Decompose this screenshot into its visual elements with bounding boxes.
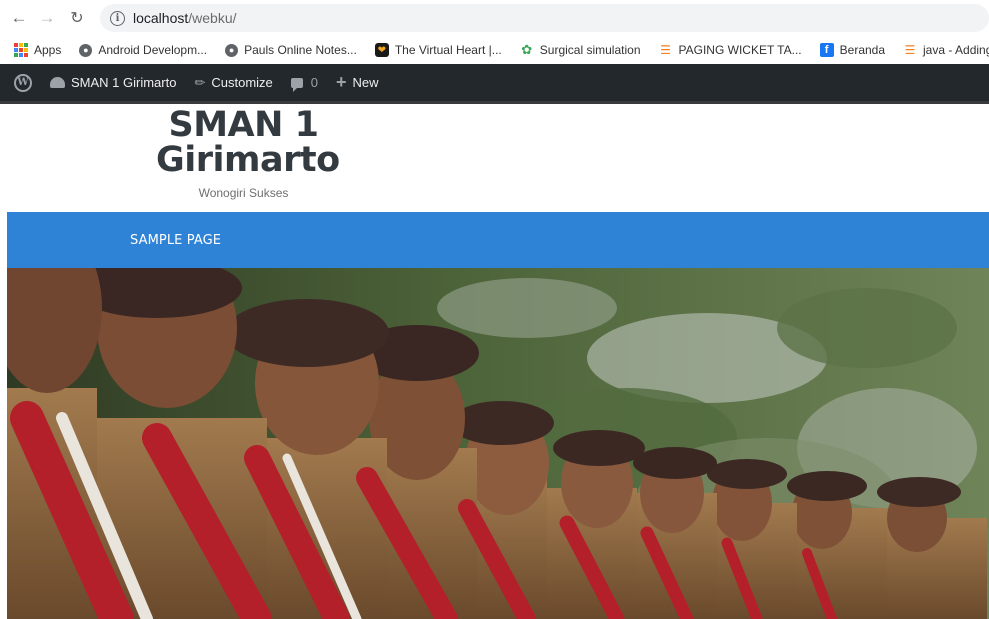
bookmark-label: Android Developm... — [98, 43, 208, 57]
stackoverflow-icon: ☰ — [904, 43, 916, 57]
nav-item-sample-page[interactable]: SAMPLE PAGE — [130, 233, 221, 248]
bookmark-label: java - Adding u — [923, 43, 989, 57]
bookmark-paging-wicket[interactable]: ☰ PAGING WICKET TA... — [659, 43, 802, 57]
url-host: localhost — [133, 10, 189, 26]
hero-scouts-illustration — [7, 268, 989, 619]
facebook-icon: f — [819, 43, 834, 57]
arrow-left-icon[interactable]: ← — [8, 7, 30, 29]
bookmark-apps[interactable]: Apps — [14, 43, 61, 57]
site-name-label: SMAN 1 Girimarto — [71, 75, 177, 90]
bookmark-beranda[interactable]: f Beranda — [819, 43, 886, 57]
admin-bar-comments[interactable]: 0 — [290, 75, 319, 92]
bookmark-label: PAGING WICKET TA... — [678, 43, 802, 57]
site-title[interactable]: SMAN 1 Girimarto — [156, 105, 340, 180]
bookmark-java-adding[interactable]: ☰ java - Adding u — [903, 43, 989, 57]
plus-icon: + — [336, 72, 347, 92]
bookmark-label: The Virtual Heart |... — [394, 43, 502, 57]
bookmark-label: Pauls Online Notes... — [244, 43, 357, 57]
dashboard-icon — [50, 77, 65, 88]
hero-image — [7, 268, 989, 619]
bookmark-label: Apps — [34, 43, 62, 57]
apps-grid-icon — [14, 43, 28, 57]
bookmark-label: Surgical simulation — [539, 43, 641, 57]
virtual-heart-icon: ❤ — [374, 43, 389, 57]
reload-icon[interactable]: ↻ — [66, 7, 88, 29]
arrow-right-icon[interactable]: → — [36, 7, 58, 29]
site-header: SMAN 1 Girimarto Wonogiri Sukses — [0, 104, 989, 212]
wp-admin-bar: W SMAN 1 Girimarto ✏ Customize 0 + New — [0, 64, 989, 104]
site-title-line1: SMAN 1 — [168, 105, 319, 145]
wordpress-logo-icon[interactable]: W — [14, 73, 32, 92]
globe-icon: ● — [79, 43, 93, 57]
browser-toolbar: ← → ↻ i localhost/webku/ — [0, 0, 989, 36]
new-label: New — [352, 75, 379, 90]
site-title-line2: Girimarto — [156, 140, 340, 180]
bookmark-surgical-simulation[interactable]: ✿ Surgical simulation — [520, 42, 641, 57]
admin-bar-site-name[interactable]: SMAN 1 Girimarto — [50, 75, 176, 90]
site-tagline: Wonogiri Sukses — [198, 186, 289, 200]
comment-icon — [290, 77, 303, 92]
surgical-icon: ✿ — [521, 42, 533, 57]
brush-icon: ✏ — [194, 74, 206, 90]
admin-bar-new[interactable]: + New — [336, 72, 379, 93]
bookmark-pauls-online-notes[interactable]: ● Pauls Online Notes... — [225, 43, 357, 57]
info-icon[interactable]: i — [110, 10, 125, 26]
globe-icon: ● — [225, 43, 239, 57]
url-path: /webku/ — [188, 10, 237, 26]
customize-label: Customize — [211, 75, 273, 90]
bookmark-android-developers[interactable]: ● Android Developm... — [79, 43, 207, 57]
comments-count: 0 — [310, 75, 319, 90]
stackoverflow-icon: ☰ — [660, 43, 671, 57]
admin-bar-customize[interactable]: ✏ Customize — [194, 75, 272, 91]
bookmarks-bar: Apps ● Android Developm... ● Pauls Onlin… — [0, 36, 989, 64]
bookmark-virtual-heart[interactable]: ❤ The Virtual Heart |... — [374, 43, 502, 57]
address-bar[interactable]: i localhost/webku/ — [100, 4, 989, 32]
bookmark-label: Beranda — [839, 43, 886, 57]
primary-navigation: SAMPLE PAGE — [7, 212, 989, 268]
